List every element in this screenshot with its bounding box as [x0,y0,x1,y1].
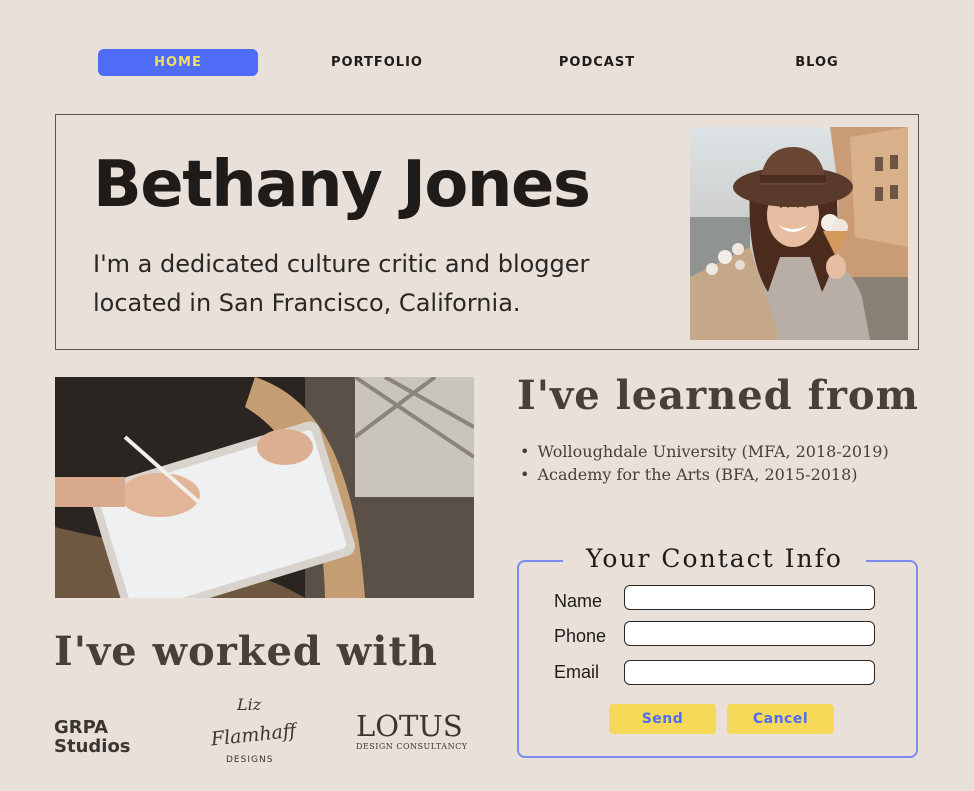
grpa-logo-line2: Studios [54,736,131,757]
worked-heading: I've worked with [54,628,439,675]
learned-heading: I've learned from [517,372,919,419]
email-label: Email [554,662,600,682]
profile-photo [690,127,908,340]
phone-field[interactable] [624,621,875,646]
grpa-logo-line1: GRPA [54,717,109,738]
hero-name: Bethany Jones [93,148,591,222]
name-field[interactable] [624,585,875,610]
lotus-logo: LOTUS DESIGN CONSULTANCY [356,709,468,762]
hero-section: Bethany Jones I'm a dedicated culture cr… [55,114,919,350]
hero-tagline: I'm a dedicated culture critic and blogg… [93,250,590,317]
email-field[interactable] [624,660,875,685]
lotus-logo-main: LOTUS [356,709,463,743]
send-button[interactable]: Send [609,704,716,734]
tablet-photo [55,377,474,598]
nav-blog-link[interactable]: BLOG [777,49,857,76]
phone-label: Phone [554,626,607,646]
lotus-logo-sub: DESIGN CONSULTANCY [356,742,468,751]
liz-logo-line1: Liz [236,695,262,714]
nav-portfolio-link[interactable]: PORTFOLIO [316,49,438,76]
education-item: Academy for the Arts (BFA, 2015-2018) [520,463,889,486]
liz-logo-line3: DESIGNS [226,755,273,765]
education-list: Wolloughdale University (MFA, 2018-2019)… [520,440,889,486]
nav-home-link[interactable]: HOME [98,49,258,76]
contact-title: Your Contact Info [563,541,866,577]
grpa-studios-logo: GRPA Studios [54,718,131,756]
liz-flamhaff-logo: Liz Flamhaff DESIGNS [205,690,301,765]
cancel-button[interactable]: Cancel [727,704,834,734]
nav-podcast-link[interactable]: PODCAST [537,49,657,76]
education-item: Wolloughdale University (MFA, 2018-2019) [520,440,888,463]
name-label: Name [554,591,603,611]
liz-logo-line2: Flamhaff [209,719,297,750]
